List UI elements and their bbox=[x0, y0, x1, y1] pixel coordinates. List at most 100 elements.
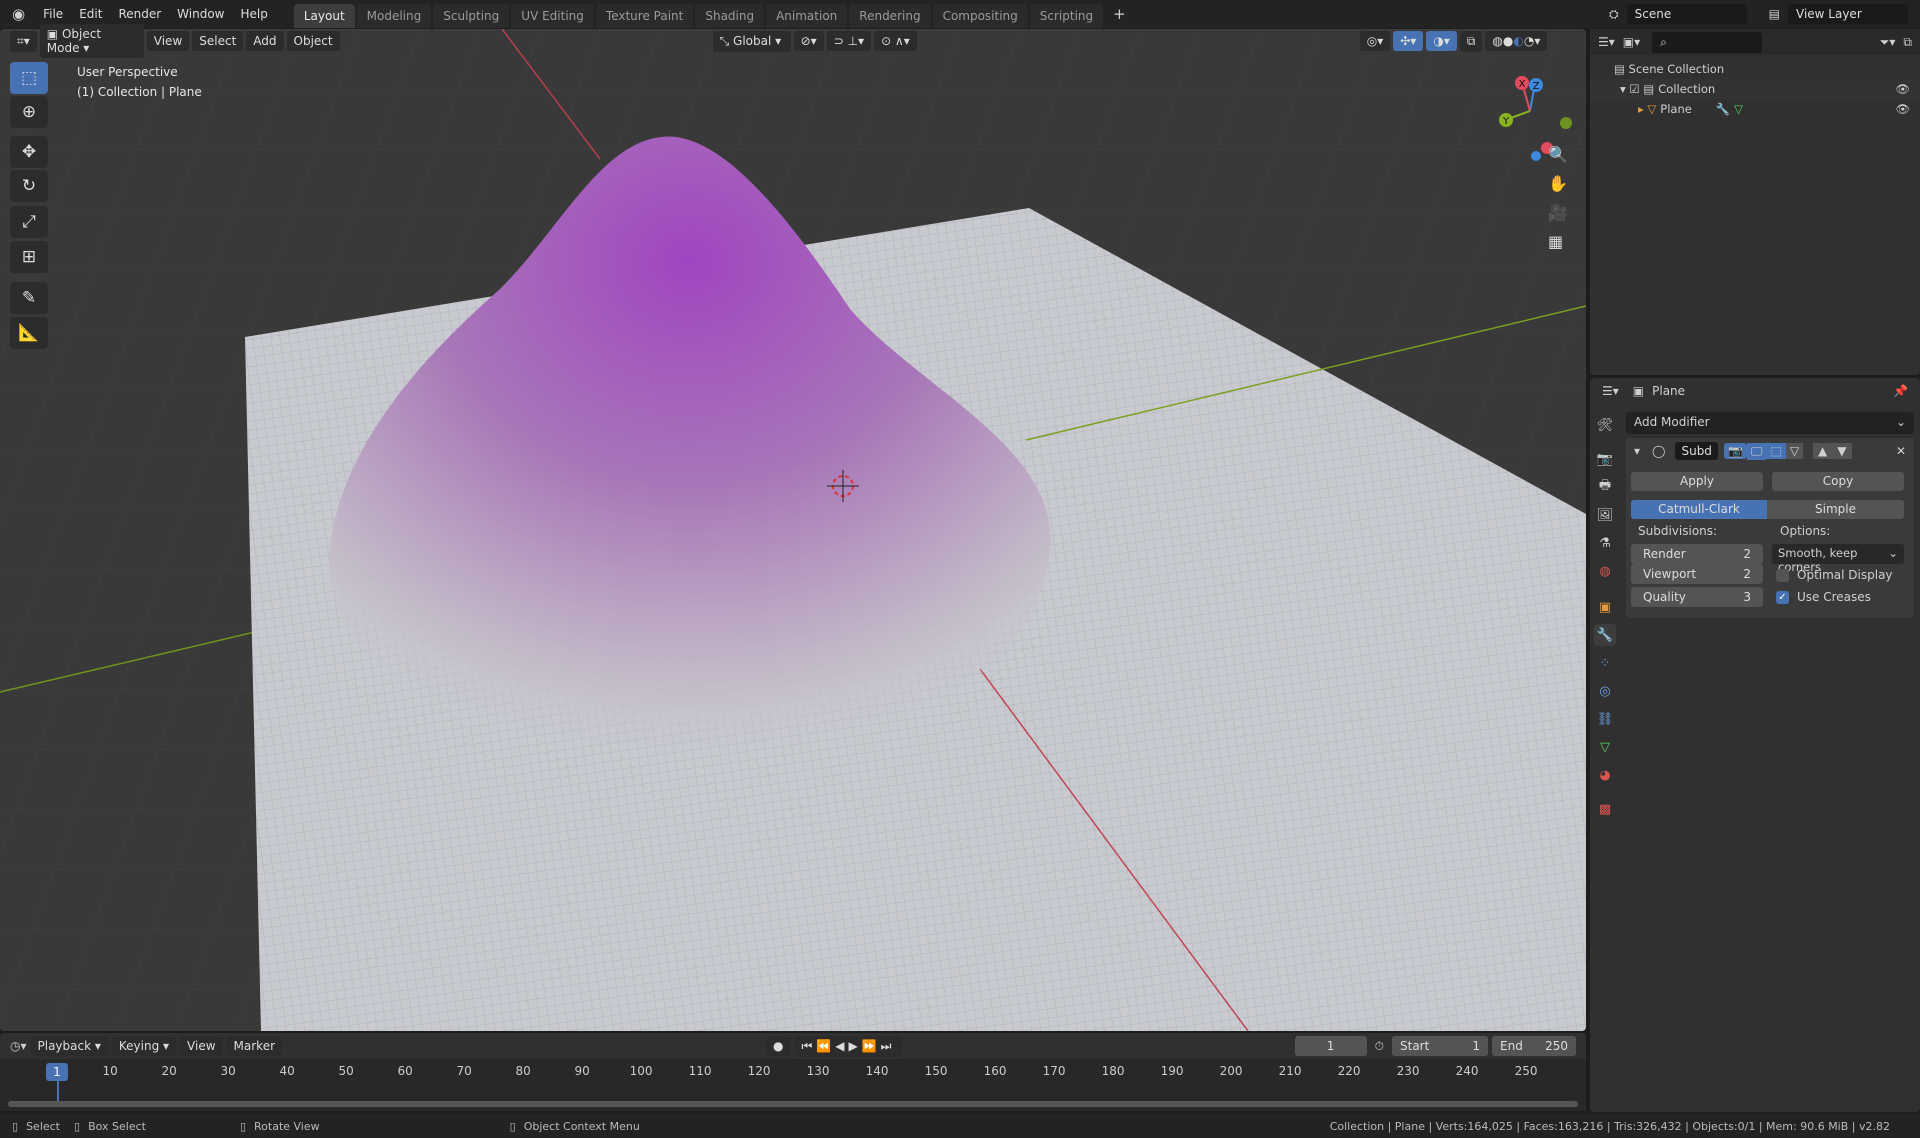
workspace-tab-modeling[interactable]: Modeling bbox=[356, 4, 432, 28]
timeline-ruler[interactable]: 1 10 20 30 40 50 60 70 80 90 100 110 120 130 140 150 16… bbox=[0, 1059, 1586, 1111]
view-layer-icon[interactable]: ▤ bbox=[1769, 7, 1780, 21]
viewport-levels-field[interactable]: Viewport 2 bbox=[1631, 564, 1763, 584]
pivot-icon[interactable]: ⊘▾ bbox=[793, 31, 824, 51]
workspace-tab-texture-paint[interactable]: Texture Paint bbox=[595, 4, 694, 28]
outliner-scene-collection[interactable]: ▤ Scene Collection bbox=[1590, 59, 1920, 79]
object-tab-icon[interactable]: ▣ bbox=[1594, 596, 1616, 618]
view-layer-selector[interactable]: View Layer bbox=[1788, 4, 1908, 24]
texture-tab-icon[interactable]: ▩ bbox=[1594, 798, 1616, 820]
world-tab-icon[interactable]: ◍ bbox=[1594, 560, 1616, 582]
transform-orientation[interactable]: ⤡ Global ▾ bbox=[712, 30, 791, 52]
modifier-name-field[interactable]: Subd bbox=[1675, 442, 1718, 460]
scene-icon[interactable]: ⛭ bbox=[1609, 7, 1619, 22]
record-button[interactable]: ● bbox=[766, 1036, 791, 1056]
data-tab-icon[interactable]: ▽ bbox=[1594, 736, 1616, 758]
catmull-clark-option[interactable]: Catmull-Clark bbox=[1631, 500, 1767, 519]
outliner-collection[interactable]: ▾ ☑ ▤ Collection 👁 bbox=[1590, 79, 1920, 99]
move-tool-icon[interactable]: ✥ bbox=[10, 136, 48, 168]
render-toggle-icon[interactable]: 📷 bbox=[1723, 443, 1747, 459]
transform-tool-icon[interactable]: ⊞ bbox=[10, 241, 48, 273]
render-levels-field[interactable]: Render 2 bbox=[1631, 544, 1763, 564]
move-up-icon[interactable]: ▲ bbox=[1813, 443, 1833, 459]
select-box-tool-icon[interactable]: ⬚ bbox=[10, 62, 48, 94]
measure-tool-icon[interactable]: 📐 bbox=[10, 317, 48, 349]
optimal-display-checkbox[interactable]: Optimal Display bbox=[1776, 568, 1893, 582]
scene-selector[interactable]: Scene bbox=[1626, 4, 1747, 24]
xray-icon[interactable]: ⧉ bbox=[1459, 30, 1483, 52]
annotate-tool-icon[interactable]: ✎ bbox=[10, 282, 48, 314]
menu-marker[interactable]: Marker bbox=[226, 1036, 283, 1056]
scene-tab-icon[interactable]: ⚗ bbox=[1594, 532, 1616, 554]
rotate-tool-icon[interactable]: ↻ bbox=[10, 170, 48, 202]
proportional-edit-icon[interactable]: ⊙ ∧▾ bbox=[874, 31, 917, 51]
menu-render[interactable]: Render bbox=[110, 7, 169, 21]
blender-logo-icon[interactable]: ◉ bbox=[0, 5, 35, 23]
remove-modifier-icon[interactable]: ✕ bbox=[1896, 444, 1906, 458]
use-creases-checkbox[interactable]: ✓ Use Creases bbox=[1776, 590, 1871, 604]
outliner-search[interactable]: ⌕ bbox=[1652, 31, 1763, 53]
modifier-tab-icon[interactable]: 🔧 bbox=[1594, 624, 1616, 646]
tool-tab-icon[interactable]: 🛠 bbox=[1594, 414, 1616, 436]
uv-smooth-dropdown[interactable]: Smooth, keep corners ⌄ bbox=[1772, 544, 1904, 574]
physics-tab-icon[interactable]: ◎ bbox=[1594, 680, 1616, 702]
timeline-editor-icon[interactable]: ◷▾ bbox=[10, 1039, 27, 1053]
outliner-plane[interactable]: ▸ ▽ Plane 🔧 ▽ 👁 bbox=[1590, 99, 1920, 119]
workspace-tab-layout[interactable]: Layout bbox=[293, 4, 355, 28]
workspace-tab-animation[interactable]: Animation bbox=[766, 4, 848, 28]
zoom-view-icon[interactable]: 🔍 bbox=[1548, 145, 1568, 164]
view-layer-tab-icon[interactable]: 🖼 bbox=[1594, 504, 1616, 526]
cursor-tool-icon[interactable]: ⊕ bbox=[10, 96, 48, 128]
menu-view[interactable]: View bbox=[146, 31, 190, 51]
gizmo-toggle-icon[interactable]: ✣▾ bbox=[1393, 31, 1424, 51]
add-modifier-dropdown[interactable]: Add Modifier ⌄ bbox=[1626, 412, 1914, 434]
properties-editor-icon[interactable]: ☰▾ bbox=[1602, 384, 1619, 398]
filter-icon[interactable]: ⏷▾ bbox=[1880, 35, 1896, 50]
apply-button[interactable]: Apply bbox=[1631, 472, 1763, 491]
current-frame-field[interactable]: 1 bbox=[1294, 1036, 1367, 1056]
timeline-scrollbar[interactable] bbox=[8, 1101, 1578, 1107]
workspace-tab-sculpting[interactable]: Sculpting bbox=[433, 4, 510, 28]
end-frame-field[interactable]: End 250 bbox=[1492, 1036, 1576, 1056]
collapse-toggle-icon[interactable]: ▾ bbox=[1634, 444, 1640, 458]
playback-controls[interactable]: ⏮⏪◀▶⏩⏭ bbox=[794, 1035, 903, 1057]
ortho-toggle-icon[interactable]: ▦ bbox=[1548, 232, 1568, 251]
3d-viewport[interactable]: Z X Y bbox=[0, 29, 1586, 1031]
cage-toggle-icon[interactable]: ▽ bbox=[1785, 443, 1804, 459]
constraints-tab-icon[interactable]: ⛓ bbox=[1594, 708, 1616, 730]
visibility-icon[interactable]: ◎▾ bbox=[1359, 31, 1391, 51]
viewport-toggle-icon[interactable]: 🖵 bbox=[1746, 442, 1767, 460]
menu-edit[interactable]: Edit bbox=[71, 7, 110, 21]
menu-file[interactable]: File bbox=[35, 7, 71, 21]
menu-object[interactable]: Object bbox=[286, 31, 340, 51]
copy-button[interactable]: Copy bbox=[1772, 472, 1904, 491]
camera-view-icon[interactable]: 🎥 bbox=[1548, 203, 1568, 222]
move-down-icon[interactable]: ▼ bbox=[1832, 443, 1852, 459]
mode-selector[interactable]: ▣ Object Mode ▾ bbox=[39, 24, 144, 58]
menu-view[interactable]: View bbox=[180, 1036, 223, 1056]
menu-playback[interactable]: Playback ▾ bbox=[30, 1036, 108, 1056]
stopwatch-icon[interactable]: ⏱ bbox=[1375, 1039, 1384, 1054]
menu-keying[interactable]: Keying ▾ bbox=[111, 1036, 177, 1056]
shading-modes-icon[interactable]: ◍●◐◔▾ bbox=[1485, 31, 1548, 51]
menu-window[interactable]: Window bbox=[169, 7, 232, 21]
snap-icon[interactable]: ⊃ ⊥▾ bbox=[826, 31, 872, 51]
menu-select[interactable]: Select bbox=[192, 31, 244, 51]
pan-view-icon[interactable]: ✋ bbox=[1548, 174, 1568, 193]
menu-help[interactable]: Help bbox=[233, 7, 276, 21]
eye-icon[interactable]: 👁 bbox=[1895, 99, 1920, 119]
material-tab-icon[interactable]: ◕ bbox=[1594, 764, 1616, 786]
simple-option[interactable]: Simple bbox=[1767, 500, 1904, 519]
menu-add[interactable]: Add bbox=[246, 31, 284, 51]
workspace-tab-compositing[interactable]: Compositing bbox=[932, 4, 1028, 28]
workspace-tab-rendering[interactable]: Rendering bbox=[849, 4, 931, 28]
particles-tab-icon[interactable]: ⁘ bbox=[1594, 652, 1616, 674]
add-workspace-button[interactable]: + bbox=[1105, 5, 1134, 23]
playhead[interactable]: 1 bbox=[46, 1063, 68, 1081]
workspace-tab-scripting[interactable]: Scripting bbox=[1029, 4, 1104, 28]
output-tab-icon[interactable]: 🖶 bbox=[1594, 476, 1616, 498]
render-tab-icon[interactable]: 📷 bbox=[1594, 448, 1616, 470]
scale-tool-icon[interactable]: ⤢ bbox=[10, 206, 48, 238]
display-mode-icon[interactable]: ▣▾ bbox=[1623, 35, 1640, 49]
pin-icon[interactable]: 📌 bbox=[1893, 384, 1908, 398]
editor-type-icon[interactable]: ⌗▾ bbox=[10, 30, 37, 52]
